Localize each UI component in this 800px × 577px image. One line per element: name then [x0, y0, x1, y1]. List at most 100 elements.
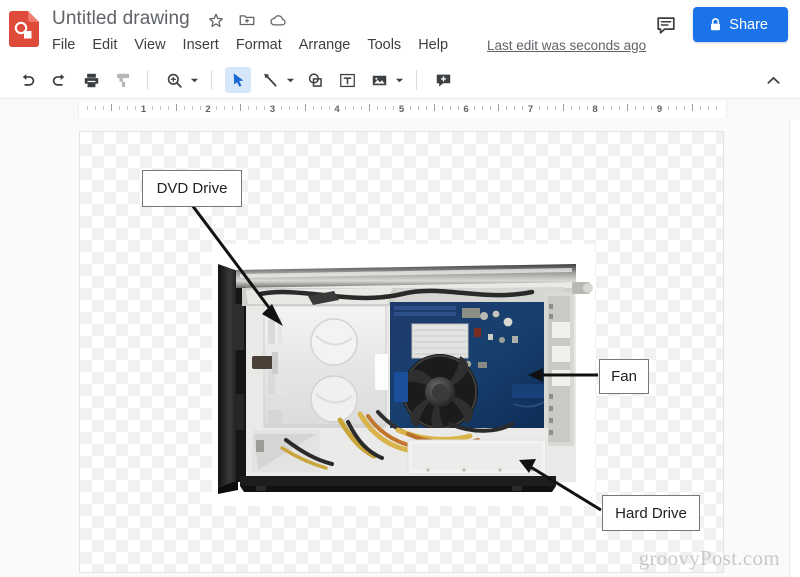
zoom-dropdown-chevron-down-icon[interactable]	[188, 67, 200, 93]
redo-button[interactable]	[46, 67, 72, 93]
ruler-number: 4	[334, 104, 340, 115]
menu-file[interactable]: File	[52, 37, 83, 53]
ruler-tick	[409, 106, 411, 110]
ruler-tick	[369, 104, 371, 111]
menu-format[interactable]: Format	[236, 37, 290, 53]
comment-tool-button[interactable]	[430, 67, 456, 93]
drawing-work-area[interactable]: DVD Drive Fan Hard Drive groovyPost.com	[0, 120, 800, 577]
ruler-tick	[175, 104, 177, 111]
menu-tools[interactable]: Tools	[367, 37, 409, 53]
ruler-tick	[361, 106, 363, 110]
ruler-tick	[377, 106, 379, 110]
ruler-tick	[546, 106, 548, 110]
google-drawings-icon[interactable]	[9, 11, 39, 47]
print-button[interactable]	[78, 67, 104, 93]
ruler-tick	[288, 106, 290, 110]
ruler-tick	[667, 106, 669, 110]
ruler-tick	[514, 106, 516, 110]
menu-view[interactable]: View	[134, 37, 173, 53]
toolbar-separator	[416, 70, 417, 90]
title-action-icons	[207, 9, 287, 29]
ruler-tick	[562, 104, 564, 111]
shape-tool-button[interactable]	[302, 67, 328, 93]
header-actions: Share	[653, 7, 788, 42]
ruler-tick	[603, 106, 605, 110]
ruler-tick	[611, 106, 613, 110]
ruler-tick	[151, 106, 153, 110]
toolbar	[0, 62, 800, 98]
ruler-tick	[240, 104, 242, 111]
ruler-number: 2	[205, 104, 211, 115]
last-edit-status[interactable]: Last edit was seconds ago	[487, 38, 646, 53]
document-title-row: Untitled drawing	[52, 5, 287, 33]
move-to-folder-icon[interactable]	[238, 11, 256, 29]
menu-help[interactable]: Help	[418, 37, 456, 53]
image-dropdown-chevron-down-icon[interactable]	[393, 67, 405, 93]
ruler-tick	[433, 104, 435, 111]
ruler-tick	[328, 106, 330, 110]
horizontal-ruler[interactable]: 1 2 3 4 5 6 7 8 9	[0, 98, 800, 122]
ruler-tick	[538, 106, 540, 110]
ruler-tick	[651, 106, 653, 110]
zoom-button[interactable]	[161, 67, 187, 93]
ruler-number: 6	[463, 104, 469, 115]
computer-case-image[interactable]	[212, 244, 595, 506]
ruler-tick	[159, 106, 161, 110]
ruler-tick	[264, 106, 266, 110]
comment-icon[interactable]	[653, 12, 679, 38]
paint-format-button[interactable]	[110, 67, 136, 93]
ruler-tick	[111, 104, 113, 111]
google-drawings-window: Untitled drawing File Edit View Insert F…	[0, 0, 800, 577]
ruler-tick	[417, 106, 419, 110]
ruler-tick	[627, 104, 629, 111]
menu-insert[interactable]: Insert	[183, 37, 227, 53]
vertical-scrollbar[interactable]	[789, 120, 800, 577]
ruler-tick	[675, 106, 677, 110]
ruler-tick	[449, 106, 451, 110]
ruler-tick	[474, 106, 476, 110]
label-hard-drive[interactable]: Hard Drive	[602, 495, 700, 531]
menu-edit[interactable]: Edit	[92, 37, 125, 53]
ruler-tick	[167, 106, 169, 110]
ruler-tick	[683, 106, 685, 110]
select-tool-button[interactable]	[225, 67, 251, 93]
lock-icon	[709, 17, 722, 32]
ruler-tick	[183, 106, 185, 110]
menu-bar: File Edit View Insert Format Arrange Too…	[52, 34, 646, 56]
ruler-tick	[707, 106, 709, 110]
page-title[interactable]: Untitled drawing	[52, 8, 190, 30]
star-icon[interactable]	[207, 11, 225, 29]
share-button[interactable]: Share	[693, 7, 788, 42]
ruler-tick	[457, 106, 459, 110]
ruler-tick	[127, 106, 129, 110]
watermark: groovyPost.com	[638, 546, 780, 570]
cloud-status-icon[interactable]	[269, 11, 287, 29]
ruler-tick	[619, 106, 621, 110]
ruler-tick	[570, 106, 572, 110]
menu-arrange[interactable]: Arrange	[299, 37, 359, 53]
textbox-tool-button[interactable]	[334, 67, 360, 93]
ruler-tick	[345, 106, 347, 110]
drawing-canvas[interactable]: DVD Drive Fan Hard Drive	[80, 132, 723, 572]
ruler-tick	[353, 106, 355, 110]
label-fan[interactable]: Fan	[599, 359, 649, 394]
ruler-tick	[554, 106, 556, 110]
collapse-toolbar-chevron-up-icon[interactable]	[760, 67, 786, 93]
ruler-tick	[312, 106, 314, 110]
undo-button[interactable]	[14, 67, 40, 93]
ruler-tick	[103, 106, 105, 110]
ruler-tick	[699, 106, 701, 110]
ruler-tick	[304, 104, 306, 111]
label-dvd-drive[interactable]: DVD Drive	[142, 170, 242, 207]
label-fan-text: Fan	[611, 368, 637, 385]
ruler-tick	[216, 106, 218, 110]
image-tool-button[interactable]	[366, 67, 392, 93]
line-tool-button[interactable]	[257, 67, 283, 93]
ruler-tick	[87, 106, 89, 110]
share-button-label: Share	[729, 16, 768, 33]
line-dropdown-chevron-down-icon[interactable]	[284, 67, 296, 93]
ruler-tick	[643, 106, 645, 110]
ruler-tick	[586, 106, 588, 110]
ruler-number: 7	[527, 104, 534, 115]
ruler-tick	[296, 106, 298, 110]
